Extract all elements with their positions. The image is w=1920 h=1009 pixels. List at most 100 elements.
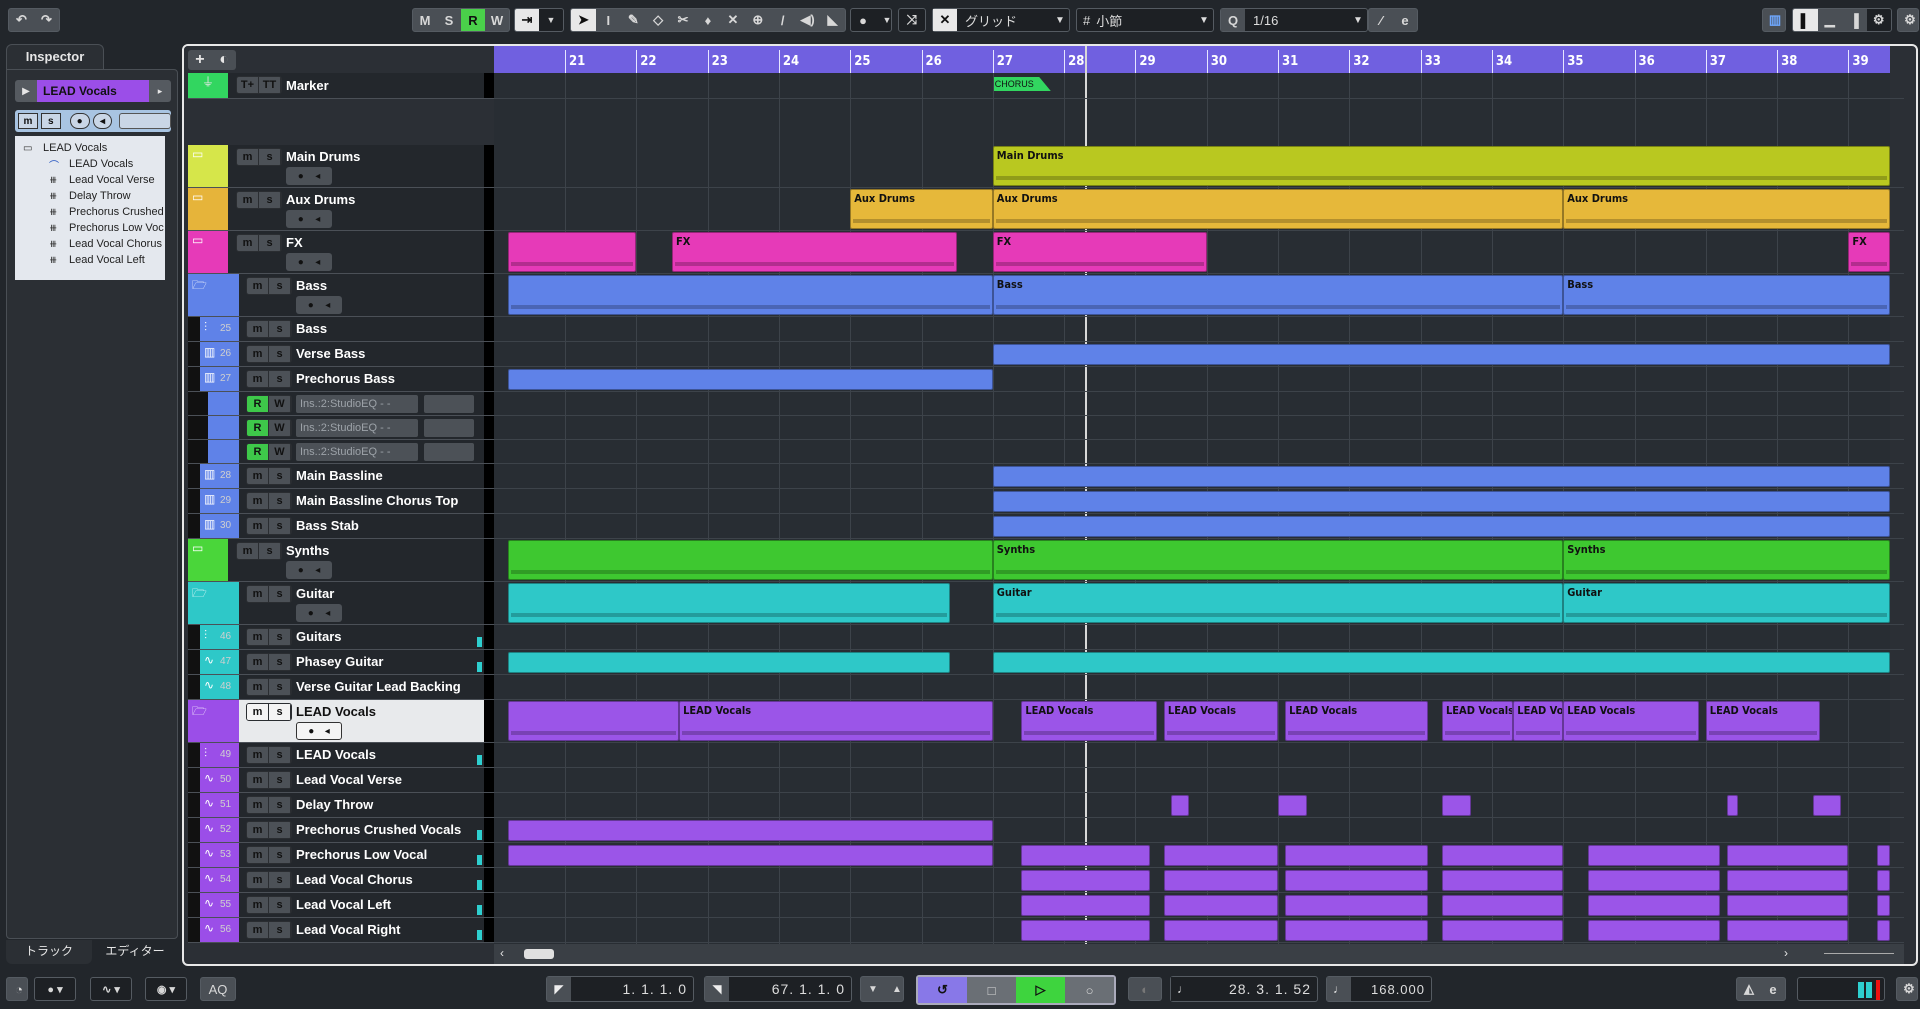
mute-button[interactable]: m [247, 872, 269, 888]
event-clip[interactable] [1876, 845, 1890, 866]
track-name[interactable]: Bass Stab [296, 518, 359, 533]
mute-button[interactable]: m [247, 654, 269, 670]
mute-button[interactable]: m [247, 321, 269, 337]
precount-icon[interactable]: e [1761, 978, 1785, 1000]
read-automation-button[interactable]: R [247, 396, 269, 412]
range-tool-icon[interactable]: I [596, 9, 621, 31]
event-clip[interactable] [507, 652, 950, 673]
record-enable-icon[interactable]: ● [308, 726, 314, 737]
record-mode-dropdown[interactable]: ● ▾ [34, 977, 76, 1001]
mute-mode-button[interactable]: M [413, 9, 437, 31]
solo-button[interactable]: s [269, 922, 291, 938]
event-clip[interactable] [992, 466, 1890, 487]
iterative-quantize-icon[interactable]: ⁄ [1369, 9, 1393, 31]
mute-button[interactable]: m [247, 922, 269, 938]
left-locator[interactable]: ◤ 1. 1. 1. 0 [546, 976, 694, 1002]
grid-unit-dropdown[interactable]: # 小節 ▼ [1076, 8, 1214, 32]
track-name[interactable]: Lead Vocal Right [296, 922, 401, 937]
track-name[interactable]: Aux Drums [286, 192, 355, 207]
solo-button[interactable]: s [269, 518, 291, 534]
solo-button[interactable]: s [269, 278, 291, 294]
track-row[interactable]: ▥ 28 m s Main Bassline [188, 464, 494, 489]
monitor-icon[interactable]: ◂ [315, 171, 320, 182]
left-zone-icon[interactable]: ▌ [1793, 9, 1818, 31]
auto-quantize-button[interactable]: AQ [200, 977, 236, 1001]
record-enable-icon[interactable]: ● [298, 257, 304, 268]
solo-button[interactable]: s [269, 468, 291, 484]
play-button[interactable]: ▷ [1016, 977, 1065, 1003]
tree-item[interactable]: ▭ LEAD Vocals [15, 140, 165, 156]
mute-button[interactable]: m [247, 629, 269, 645]
event-clip[interactable]: LEAD Vocals [1513, 701, 1564, 741]
write-automation-button[interactable]: W [269, 420, 291, 436]
track-name[interactable]: Phasey Guitar [296, 654, 383, 669]
event-clip[interactable]: Synths [1563, 540, 1890, 580]
keyboard-button[interactable]: ▥ [1762, 8, 1786, 32]
pencil-tool-icon[interactable]: ✎ [621, 9, 646, 31]
automation-value[interactable] [424, 419, 474, 437]
track-name[interactable]: Bass [296, 278, 327, 293]
position-value[interactable]: 28. 3. 1. 52 [1195, 981, 1317, 997]
mute-button[interactable]: m [247, 747, 269, 763]
mute-button[interactable]: m [247, 371, 269, 387]
track-row[interactable]: ▭ m s FX ● ◂ [188, 231, 494, 274]
undo-button[interactable]: ↶ [9, 9, 34, 31]
track-row[interactable]: ▥ 27 m s Prechorus Bass [188, 367, 494, 392]
event-clip[interactable] [507, 369, 993, 390]
automation-value[interactable] [424, 443, 474, 461]
solo-button[interactable]: s [269, 747, 291, 763]
track-name[interactable]: Prechorus Bass [296, 371, 395, 386]
automation-track[interactable]: R W Ins.:2:StudioEQ - - [188, 416, 494, 440]
vertical-scrollbar[interactable] [1890, 46, 1904, 946]
event-clip[interactable] [1441, 795, 1471, 816]
solo-mode-button[interactable]: S [437, 9, 461, 31]
marker-chorus[interactable]: CHORUS [992, 77, 1051, 91]
monitor-icon[interactable]: ◂ [325, 726, 330, 737]
track-row[interactable]: ▭ m s Aux Drums ● ◂ [188, 188, 494, 231]
track-name[interactable]: Delay Throw [296, 797, 373, 812]
read-automation-button[interactable]: R [247, 444, 269, 460]
automation-parameter[interactable]: Ins.:2:StudioEQ - - [296, 419, 418, 437]
solo-button[interactable]: s [269, 797, 291, 813]
solo-button[interactable]: s [259, 149, 281, 165]
track-row[interactable]: ▭ m s Main Drums ● ◂ [188, 145, 494, 188]
event-clip[interactable]: LEAD Vocals [1441, 701, 1514, 741]
event-clip[interactable] [1021, 920, 1150, 941]
event-clip[interactable] [507, 232, 637, 272]
event-clip[interactable] [1171, 795, 1189, 816]
mute-button[interactable]: m [247, 346, 269, 362]
line-tool-icon[interactable]: / [770, 9, 795, 31]
add-cycle-marker-icon[interactable]: TT [259, 77, 281, 93]
punch-button[interactable]: ◐ [1128, 977, 1162, 1001]
event-clip[interactable] [1441, 895, 1564, 916]
event-clip[interactable] [1588, 845, 1721, 866]
add-track-icon[interactable]: + [195, 51, 204, 69]
track-row[interactable]: ▭ m s Synths ● ◂ [188, 539, 494, 582]
next-icon[interactable]: ▸ [149, 86, 171, 97]
event-clip[interactable]: LEAD Vocals [1021, 701, 1157, 741]
inspector-field[interactable] [119, 113, 172, 129]
event-clip[interactable] [1285, 895, 1428, 916]
event-clip[interactable] [507, 845, 993, 866]
event-clip[interactable] [992, 652, 1890, 673]
ruler[interactable]: 21 22 23 24 25 26 27 28 29 30 31 32 33 34 35 36 37 38 39 [494, 46, 1904, 73]
monitor-icon[interactable]: ◂ [315, 257, 320, 268]
edit-mode-icon[interactable]: ● [851, 9, 875, 31]
event-clip[interactable] [1021, 870, 1150, 891]
event-clip[interactable]: Aux Drums [992, 189, 1564, 229]
event-clip[interactable]: LEAD Vocals [1705, 701, 1820, 741]
stop-button[interactable]: □ [967, 977, 1016, 1003]
solo-button[interactable]: s [269, 872, 291, 888]
solo-button[interactable]: s [269, 321, 291, 337]
event-clip[interactable] [1278, 795, 1307, 816]
track-row[interactable]: ▥ 29 m s Main Bassline Chorus Top [188, 489, 494, 514]
solo-button[interactable]: s [269, 847, 291, 863]
go-right-locator-icon[interactable]: ▲ [885, 978, 903, 1000]
cycle-button[interactable]: ↺ [918, 977, 967, 1003]
mute-button[interactable]: m [247, 493, 269, 509]
track-name[interactable]: Lead Vocal Chorus [296, 872, 413, 887]
track-name[interactable]: LEAD Vocals [296, 704, 376, 719]
track-name[interactable]: Main Bassline Chorus Top [296, 493, 458, 508]
left-locator-icon[interactable]: ◤ [547, 977, 571, 1001]
event-clip[interactable]: LEAD Vocals [679, 701, 993, 741]
